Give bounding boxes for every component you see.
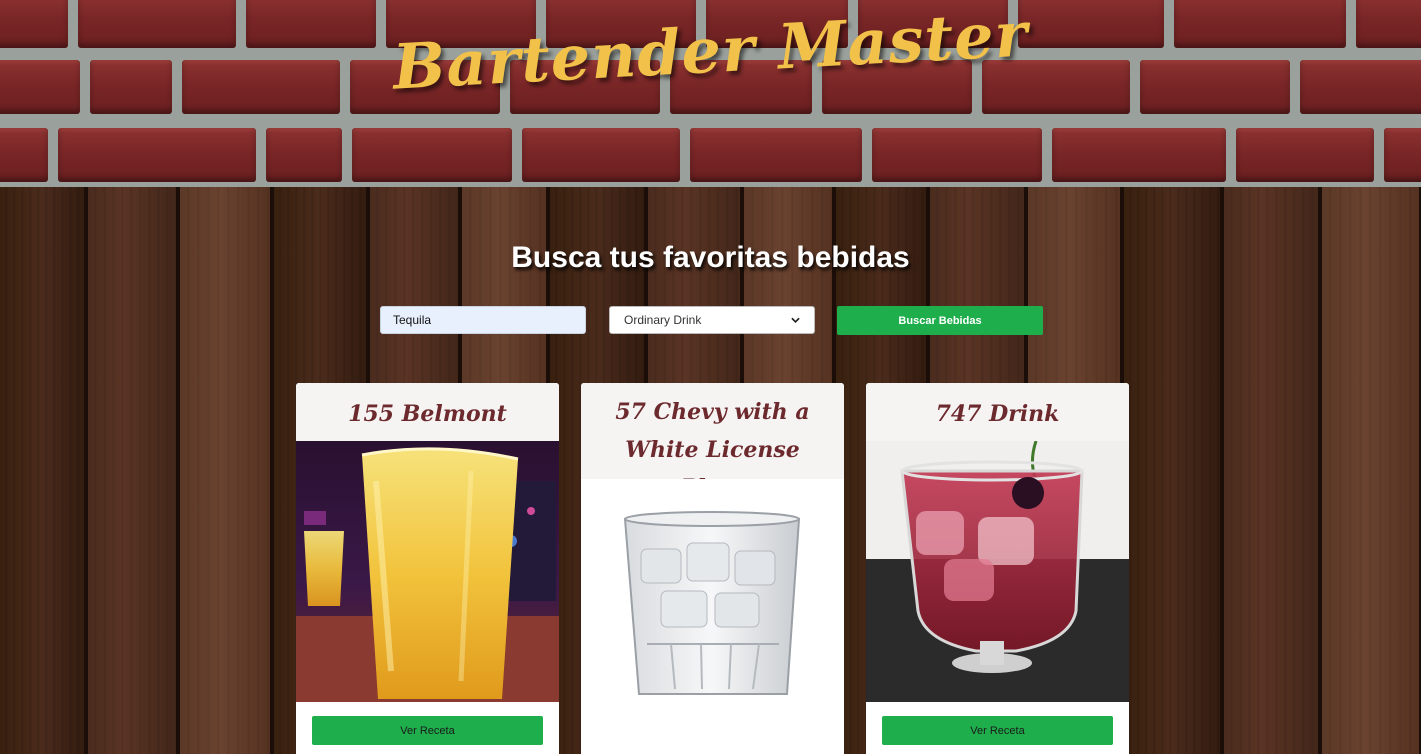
brick-row bbox=[0, 128, 1421, 182]
drink-image bbox=[866, 441, 1129, 702]
drink-card-title: 747 Drink bbox=[866, 383, 1129, 441]
category-select-value: Ordinary Drink bbox=[624, 313, 702, 327]
drink-image bbox=[296, 441, 559, 702]
drink-card-title: 57 Chevy with a White License Plate bbox=[581, 383, 844, 501]
view-recipe-button[interactable]: Ver Receta bbox=[882, 716, 1113, 745]
drink-card: 747 Drink Ver Receta bbox=[866, 383, 1129, 754]
drink-card: 57 Chevy with a White License Plate bbox=[581, 383, 844, 754]
site-header: Bartender Master bbox=[0, 0, 1421, 187]
view-recipe-button[interactable]: Ver Receta bbox=[312, 716, 543, 745]
ingredient-input[interactable] bbox=[380, 306, 586, 334]
search-drinks-button[interactable]: Buscar Bebidas bbox=[837, 306, 1043, 335]
search-form: Ordinary Drink Buscar Bebidas bbox=[380, 306, 1043, 335]
search-heading: Busca tus favoritas bebidas bbox=[511, 241, 910, 274]
drink-card: 155 Belmont Ver Receta bbox=[296, 383, 559, 754]
category-select[interactable]: Ordinary Drink bbox=[609, 306, 815, 334]
chevron-down-icon bbox=[791, 316, 800, 325]
drink-card-title: 155 Belmont bbox=[296, 383, 559, 441]
drink-image bbox=[581, 479, 844, 702]
main-content: Busca tus favoritas bebidas Ordinary Dri… bbox=[0, 187, 1421, 754]
